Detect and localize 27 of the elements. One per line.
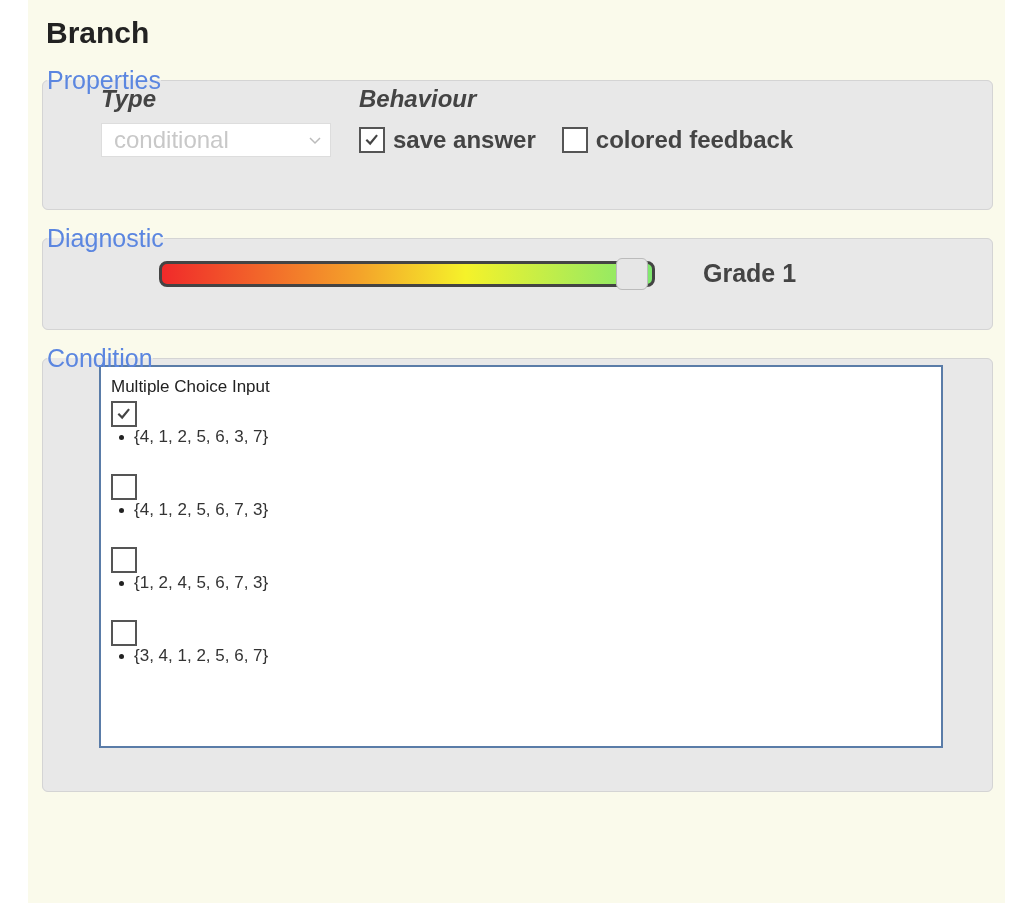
section-legend: Diagnostic	[47, 226, 164, 251]
grade-slider[interactable]	[159, 260, 655, 287]
checkbox-label: save answer	[393, 126, 536, 154]
choice-text: {4, 1, 2, 5, 6, 7, 3}	[134, 500, 269, 520]
check-icon	[364, 132, 380, 148]
checkbox[interactable]	[111, 620, 137, 646]
checkbox-label: colored feedback	[595, 126, 794, 154]
choice-text: {3, 4, 1, 2, 5, 6, 7}	[134, 646, 269, 666]
page-title: Branch	[46, 16, 151, 50]
bullet-icon	[119, 653, 124, 659]
grade-reading: Grade 1	[703, 259, 797, 288]
chevron-down-icon	[308, 135, 322, 145]
checkbox[interactable]	[111, 474, 137, 500]
slider-thumb[interactable]	[616, 257, 649, 290]
input-title: Multiple Choice Input	[111, 377, 271, 397]
section-legend: Condition	[47, 346, 153, 371]
check-icon	[116, 406, 132, 422]
checkbox[interactable]	[561, 127, 588, 153]
checkbox[interactable]	[111, 547, 137, 573]
choice-text: {4, 1, 2, 5, 6, 3, 7}	[134, 427, 269, 447]
bullet-icon	[119, 507, 124, 513]
choice-text: {1, 2, 4, 5, 6, 7, 3}	[134, 573, 269, 593]
field-label: Behaviour	[359, 85, 479, 113]
checkbox[interactable]	[111, 401, 137, 427]
bullet-icon	[119, 434, 124, 440]
bullet-icon	[119, 580, 124, 586]
checkbox[interactable]	[359, 127, 385, 153]
